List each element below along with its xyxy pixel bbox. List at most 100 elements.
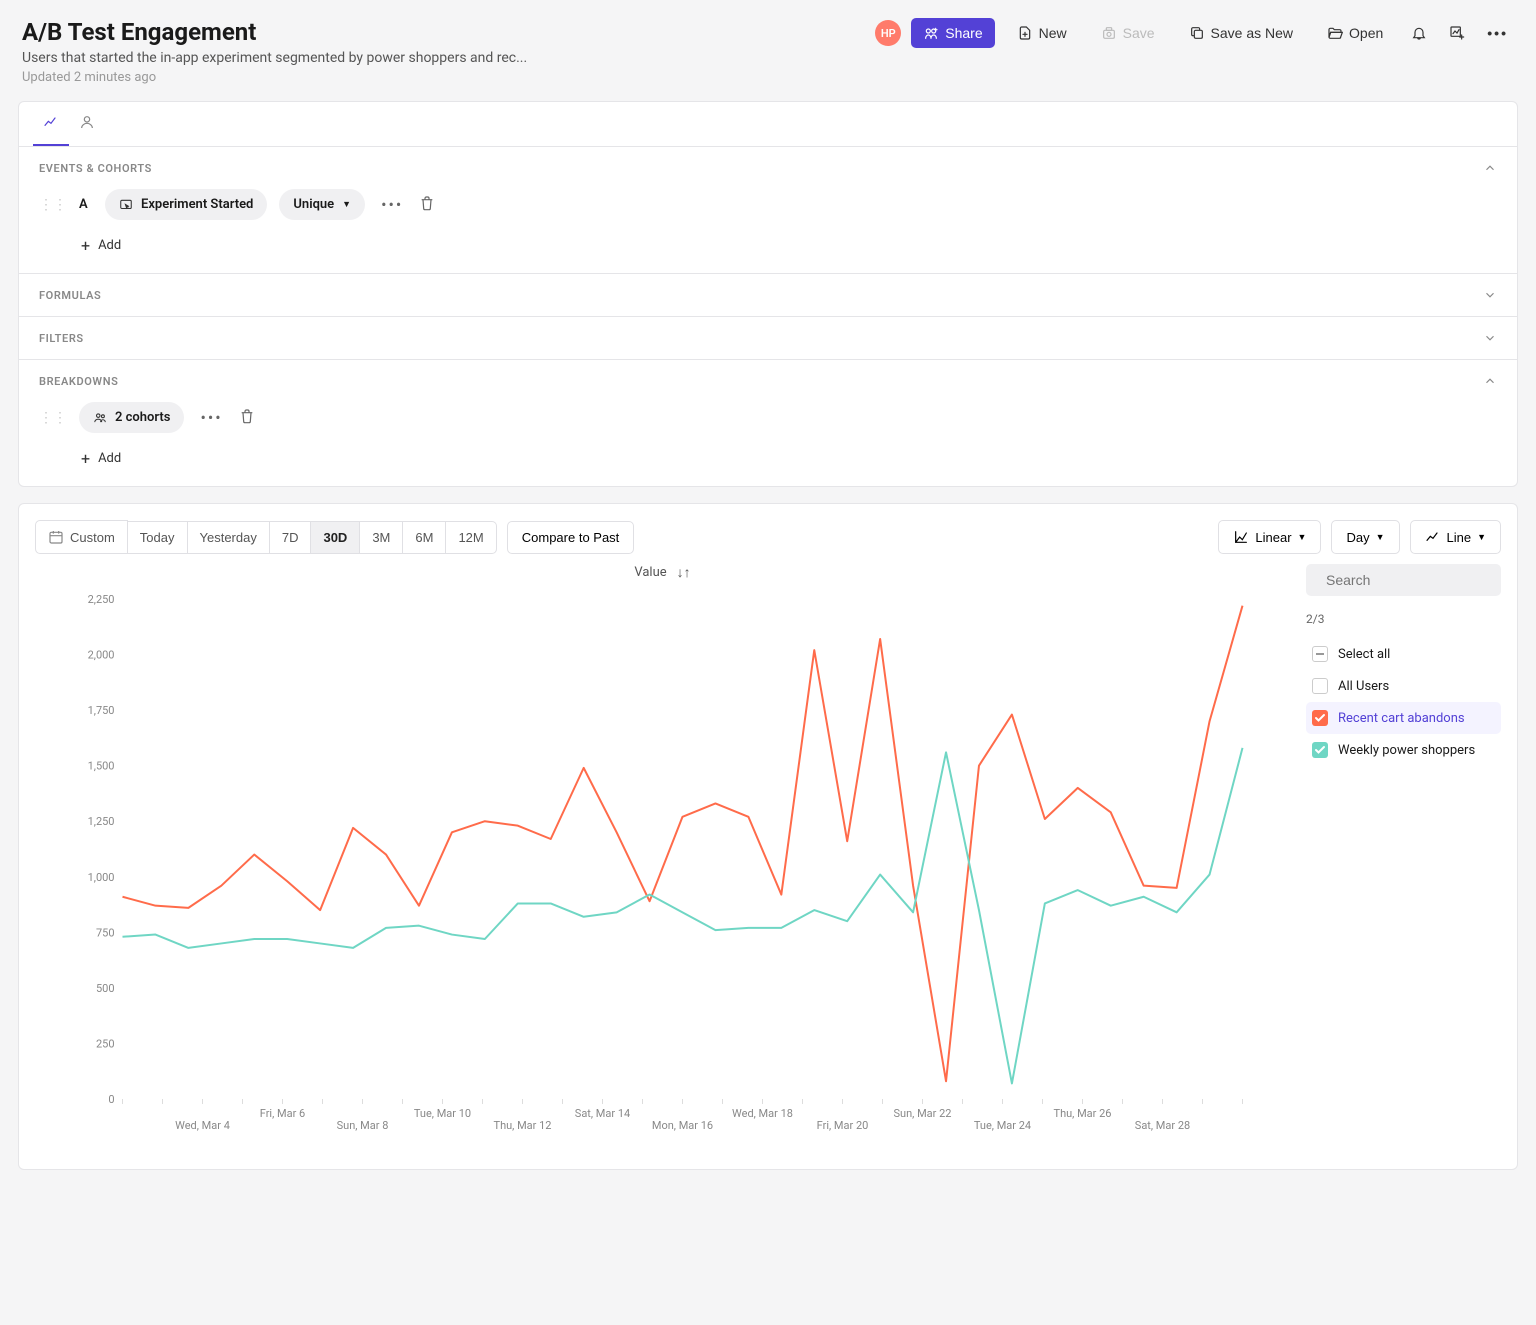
svg-text:2,000: 2,000 <box>88 649 115 662</box>
plus-icon: + <box>81 236 90 255</box>
events-section-header[interactable]: EVENTS & COHORTS <box>19 147 1517 189</box>
svg-text:Sun, Mar 22: Sun, Mar 22 <box>894 1107 952 1120</box>
trash-icon <box>419 195 435 211</box>
cohort-chip[interactable]: 2 cohorts <box>79 402 184 433</box>
svg-text:Tue, Mar 10: Tue, Mar 10 <box>414 1107 471 1120</box>
chevron-down-icon <box>1483 331 1497 345</box>
breakdowns-section: BREAKDOWNS ⋮⋮ 2 cohorts ••• + Add <box>19 360 1517 486</box>
svg-text:Fri, Mar 20: Fri, Mar 20 <box>817 1119 869 1132</box>
add-event-button[interactable]: + Add <box>81 236 1497 255</box>
legend-panel: 2/3 Select all All UsersRecent cart aban… <box>1306 564 1501 1153</box>
range-7d[interactable]: 7D <box>270 521 312 554</box>
compare-to-past-button[interactable]: Compare to Past <box>507 521 635 554</box>
svg-text:Sun, Mar 8: Sun, Mar 8 <box>337 1119 389 1132</box>
save-as-new-button[interactable]: Save as New <box>1177 18 1305 48</box>
event-letter: A <box>79 197 93 212</box>
add-breakdown-button[interactable]: + Add <box>81 449 1497 468</box>
svg-text:Thu, Mar 26: Thu, Mar 26 <box>1054 1107 1112 1120</box>
cohort-icon <box>93 411 107 425</box>
copy-icon <box>1189 25 1205 41</box>
svg-text:1,750: 1,750 <box>88 704 115 717</box>
breakdown-delete-button[interactable] <box>239 408 255 428</box>
legend-search[interactable] <box>1306 564 1501 596</box>
breakdowns-section-header[interactable]: BREAKDOWNS <box>19 360 1517 402</box>
svg-text:Thu, Mar 12: Thu, Mar 12 <box>494 1119 552 1132</box>
new-button[interactable]: New <box>1005 18 1079 48</box>
legend-item[interactable]: Weekly power shoppers <box>1306 734 1501 766</box>
checkbox-checked-icon <box>1312 742 1328 758</box>
save-button: Save <box>1089 18 1167 48</box>
svg-text:Wed, Mar 18: Wed, Mar 18 <box>732 1107 793 1120</box>
trash-icon <box>239 408 255 424</box>
bell-icon <box>1411 25 1427 41</box>
range-today[interactable]: Today <box>128 521 188 554</box>
page-subtitle: Users that started the in-app experiment… <box>22 50 875 66</box>
avatar[interactable]: HP <box>875 20 901 46</box>
breakdown-more-button[interactable]: ••• <box>196 408 226 427</box>
plus-icon: + <box>81 449 90 468</box>
caret-down-icon: ▼ <box>342 199 351 210</box>
range-custom[interactable]: Custom <box>35 520 128 554</box>
query-builder-card: EVENTS & COHORTS ⋮⋮ A Experiment Started… <box>18 101 1518 487</box>
calendar-icon <box>48 529 64 545</box>
caret-down-icon: ▼ <box>1376 532 1385 542</box>
range-12m[interactable]: 12M <box>446 521 496 554</box>
chart-type-selector[interactable]: Line ▼ <box>1410 520 1502 554</box>
aggregation-chip[interactable]: Unique ▼ <box>279 189 365 220</box>
events-section: EVENTS & COHORTS ⋮⋮ A Experiment Started… <box>19 147 1517 274</box>
filters-section-header[interactable]: FILTERS <box>19 317 1517 359</box>
legend-item[interactable]: Recent cart abandons <box>1306 702 1501 734</box>
event-chip[interactable]: Experiment Started <box>105 189 267 220</box>
granularity-selector[interactable]: Day ▼ <box>1331 520 1399 554</box>
notifications-button[interactable] <box>1405 19 1433 47</box>
line-chart-icon <box>1425 529 1441 545</box>
svg-text:750: 750 <box>96 926 115 939</box>
event-delete-button[interactable] <box>419 195 435 215</box>
tab-chart[interactable] <box>33 102 69 146</box>
value-label: Value <box>634 565 666 580</box>
scale-selector[interactable]: Linear ▼ <box>1218 520 1321 554</box>
svg-text:Mon, Mar 16: Mon, Mar 16 <box>652 1119 713 1132</box>
add-panel-button[interactable] <box>1443 19 1471 47</box>
sort-icon[interactable]: ↓↑ <box>677 564 691 581</box>
svg-text:0: 0 <box>108 1093 114 1106</box>
drag-handle[interactable]: ⋮⋮ <box>39 410 67 426</box>
svg-text:250: 250 <box>96 1037 115 1050</box>
line-chart: 0 250 500 750 1,000 1,250 1,500 1,750 2,000 2,250… <box>35 589 1290 1149</box>
filters-section: FILTERS <box>19 317 1517 360</box>
svg-text:500: 500 <box>96 982 115 995</box>
range-yesterday[interactable]: Yesterday <box>188 521 270 554</box>
line-chart-icon <box>43 114 59 130</box>
range-3m[interactable]: 3M <box>360 521 403 554</box>
more-menu-button[interactable]: ••• <box>1481 19 1514 47</box>
share-button[interactable]: Share <box>911 18 994 48</box>
user-icon <box>79 114 95 130</box>
dots-icon: ••• <box>1487 25 1508 41</box>
legend-select-all[interactable]: Select all <box>1306 638 1501 670</box>
checkbox-icon <box>1312 678 1328 694</box>
scale-icon <box>1233 529 1249 545</box>
svg-text:1,000: 1,000 <box>88 871 115 884</box>
legend-search-input[interactable] <box>1326 572 1507 588</box>
legend-item[interactable]: All Users <box>1306 670 1501 702</box>
svg-text:1,500: 1,500 <box>88 760 115 773</box>
drag-handle[interactable]: ⋮⋮ <box>39 197 67 213</box>
range-30d[interactable]: 30D <box>311 521 360 554</box>
range-6m[interactable]: 6M <box>403 521 446 554</box>
svg-text:Wed, Mar 4: Wed, Mar 4 <box>175 1119 230 1132</box>
chevron-down-icon <box>1483 288 1497 302</box>
chart-card: CustomTodayYesterday7D30D3M6M12M Compare… <box>18 503 1518 1170</box>
cursor-event-icon <box>119 198 133 212</box>
formulas-section-header[interactable]: FORMULAS <box>19 274 1517 316</box>
open-button[interactable]: Open <box>1315 18 1395 48</box>
svg-text:Fri, Mar 6: Fri, Mar 6 <box>260 1107 305 1120</box>
caret-down-icon: ▼ <box>1477 532 1486 542</box>
share-icon <box>923 25 939 41</box>
tab-user[interactable] <box>69 102 105 146</box>
folder-icon <box>1327 25 1343 41</box>
chevron-up-icon <box>1483 374 1497 388</box>
svg-text:2,250: 2,250 <box>88 593 115 606</box>
chevron-up-icon <box>1483 161 1497 175</box>
event-more-button[interactable]: ••• <box>377 195 407 214</box>
svg-text:1,250: 1,250 <box>88 815 115 828</box>
